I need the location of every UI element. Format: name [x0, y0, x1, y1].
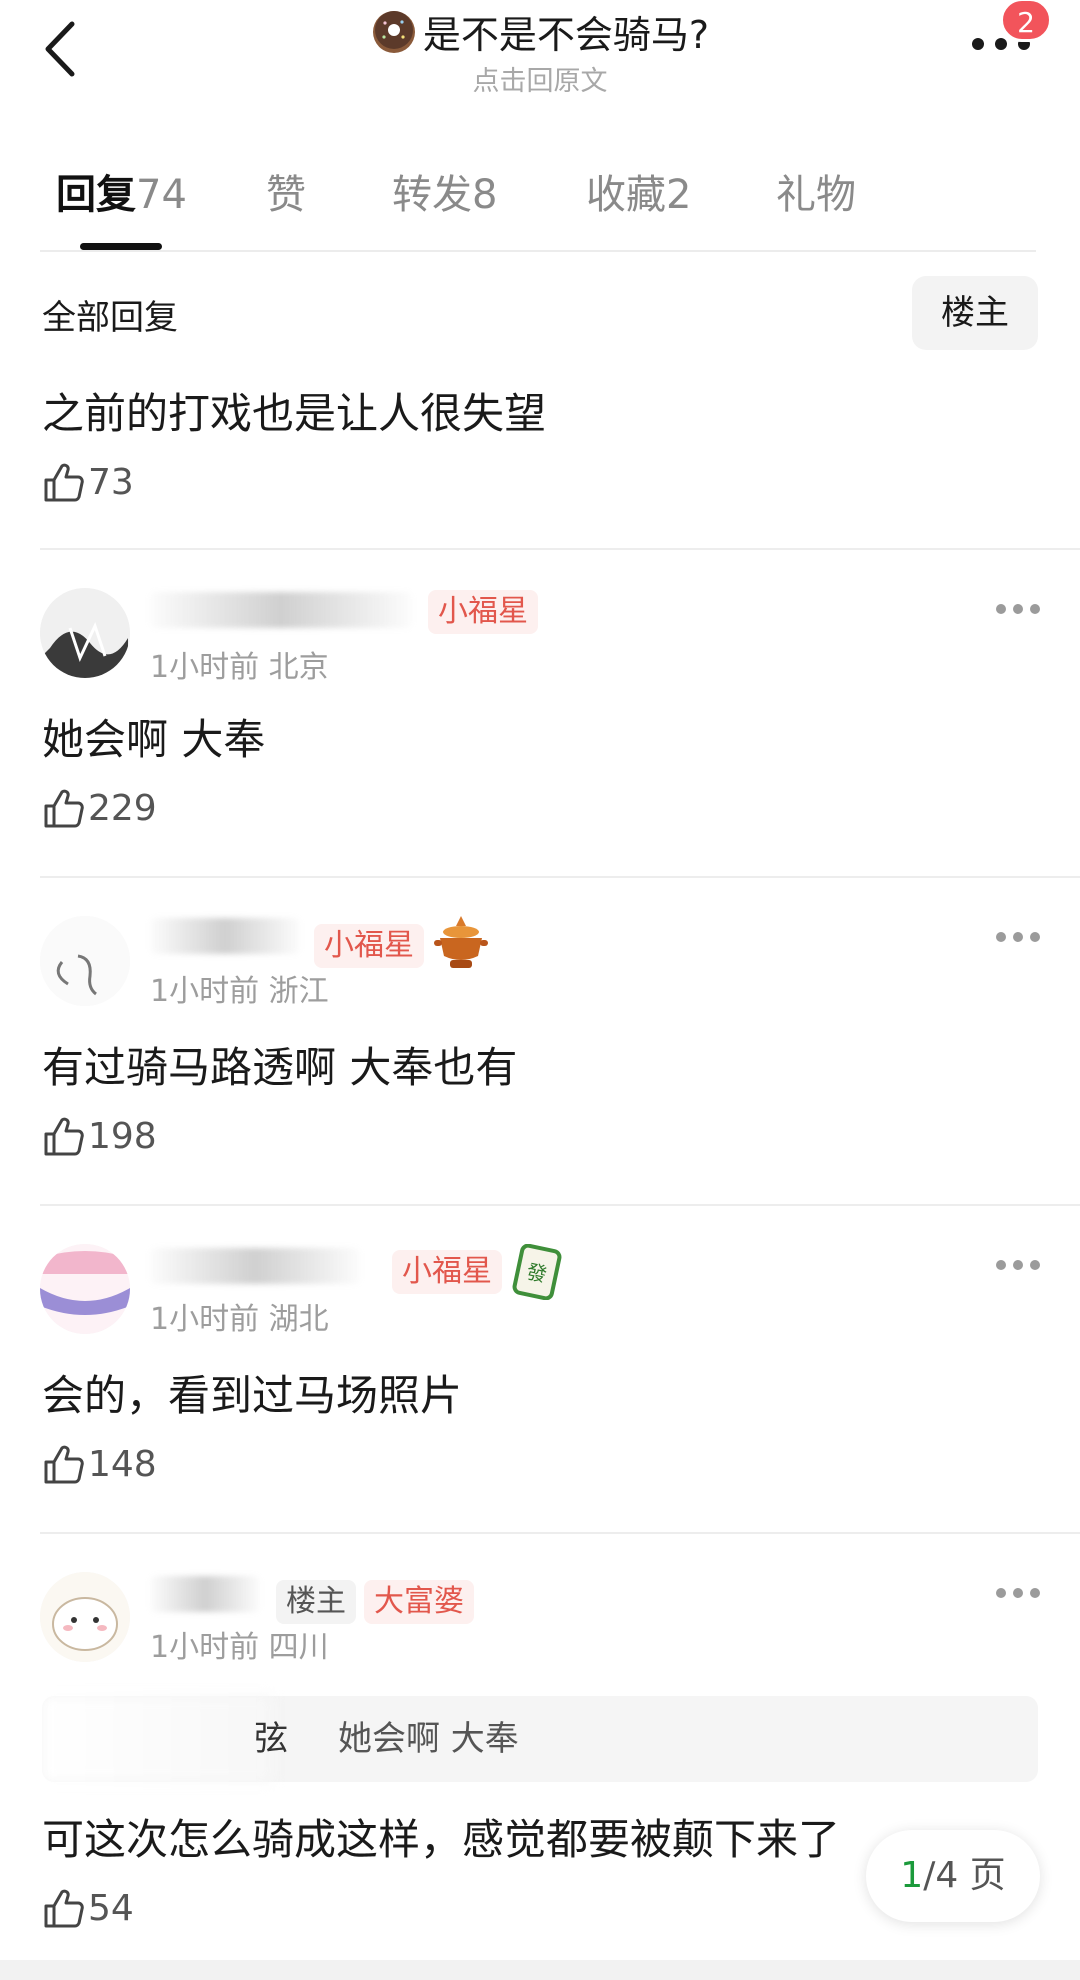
user-tag: 小福星	[392, 1250, 502, 1294]
comment-meta: 1小时前 四川	[150, 1630, 329, 1665]
like-count: 54	[88, 1887, 134, 1929]
quoted-username: 弦	[254, 1719, 288, 1759]
username[interactable]	[150, 918, 300, 954]
active-tab-indicator	[80, 243, 162, 250]
comment-more-icon[interactable]	[996, 600, 1040, 620]
page-total: /4 页	[923, 1855, 1006, 1896]
comment-text: 她会啊 大奉	[42, 715, 266, 764]
avatar[interactable]	[40, 1244, 130, 1334]
comment-meta: 1小时前 浙江	[150, 974, 329, 1009]
like-button[interactable]: 73	[42, 460, 134, 504]
current-page: 1	[900, 1855, 924, 1896]
like-count: 198	[88, 1115, 157, 1157]
avatar[interactable]	[40, 588, 130, 678]
like-count: 148	[88, 1443, 157, 1485]
comment-text: 之前的打戏也是让人很失望	[42, 389, 547, 438]
username[interactable]	[150, 592, 412, 628]
title-block[interactable]: 是不是不会骑马? 点击回原文	[0, 4, 1080, 98]
divider	[40, 548, 1080, 550]
top-bar: 是不是不会骑马? 点击回原文 2	[0, 0, 1080, 110]
like-button[interactable]: 54	[42, 1886, 134, 1930]
tab-reposts[interactable]: 转发8	[392, 162, 497, 220]
thumbs-up-icon	[44, 1117, 84, 1156]
notification-badge: 2	[1000, 0, 1052, 42]
hotpot-icon	[432, 912, 490, 974]
op-tag: 楼主	[276, 1580, 356, 1624]
quoted-username-blur	[42, 1696, 272, 1782]
comment-text: 有过骑马路透啊 大奉也有	[42, 1043, 518, 1092]
comment-more-icon[interactable]	[996, 1584, 1040, 1604]
like-button[interactable]: 198	[42, 1114, 157, 1158]
user-tag: 小福星	[314, 924, 424, 968]
all-replies-label: 全部回复	[42, 298, 178, 338]
thumbs-up-icon	[44, 1889, 84, 1928]
bottom-edge	[0, 1960, 1080, 1980]
quoted-reply[interactable]: 弦 她会啊 大奉	[42, 1696, 1038, 1782]
avatar[interactable]	[40, 916, 130, 1006]
mahjong-tile-icon: 發	[512, 1243, 562, 1301]
comment-text: 可这次怎么骑成这样，感觉都要被颠下来了	[42, 1815, 841, 1864]
tab-bar: 回复74 赞 转发8 收藏2 礼物	[0, 150, 1080, 250]
op-only-filter-button[interactable]: 楼主	[912, 276, 1038, 350]
username[interactable]	[150, 1248, 360, 1284]
page-title: 是不是不会骑马?	[422, 13, 710, 57]
comment-meta: 1小时前 北京	[150, 650, 329, 685]
back-to-post-link[interactable]: 点击回原文	[0, 59, 1080, 98]
quoted-text: 她会啊 大奉	[338, 1719, 519, 1759]
user-tag: 大富婆	[364, 1580, 474, 1624]
divider	[40, 250, 1036, 252]
like-count: 73	[88, 461, 134, 503]
donut-emoji-icon	[371, 9, 417, 55]
divider	[40, 1532, 1080, 1534]
like-button[interactable]: 229	[42, 786, 157, 830]
comment-more-icon[interactable]	[996, 928, 1040, 948]
divider	[40, 876, 1080, 878]
tab-likes[interactable]: 赞	[266, 162, 306, 220]
page-indicator-button[interactable]: 1/4 页	[866, 1830, 1040, 1922]
comment-meta: 1小时前 湖北	[150, 1302, 329, 1337]
like-count: 229	[88, 787, 157, 829]
comment-text: 会的，看到过马场照片	[42, 1371, 463, 1420]
like-button[interactable]: 148	[42, 1442, 157, 1486]
tab-replies[interactable]: 回复74	[56, 162, 187, 220]
tab-gifts[interactable]: 礼物	[776, 162, 856, 220]
user-tag: 小福星	[428, 590, 538, 634]
comment-more-icon[interactable]	[996, 1256, 1040, 1276]
thumbs-up-icon	[44, 463, 84, 502]
tab-favorites[interactable]: 收藏2	[586, 162, 691, 220]
divider	[40, 1204, 1080, 1206]
thumbs-up-icon	[44, 1445, 84, 1484]
thumbs-up-icon	[44, 789, 84, 828]
avatar[interactable]	[40, 1572, 130, 1662]
username[interactable]	[150, 1576, 260, 1612]
